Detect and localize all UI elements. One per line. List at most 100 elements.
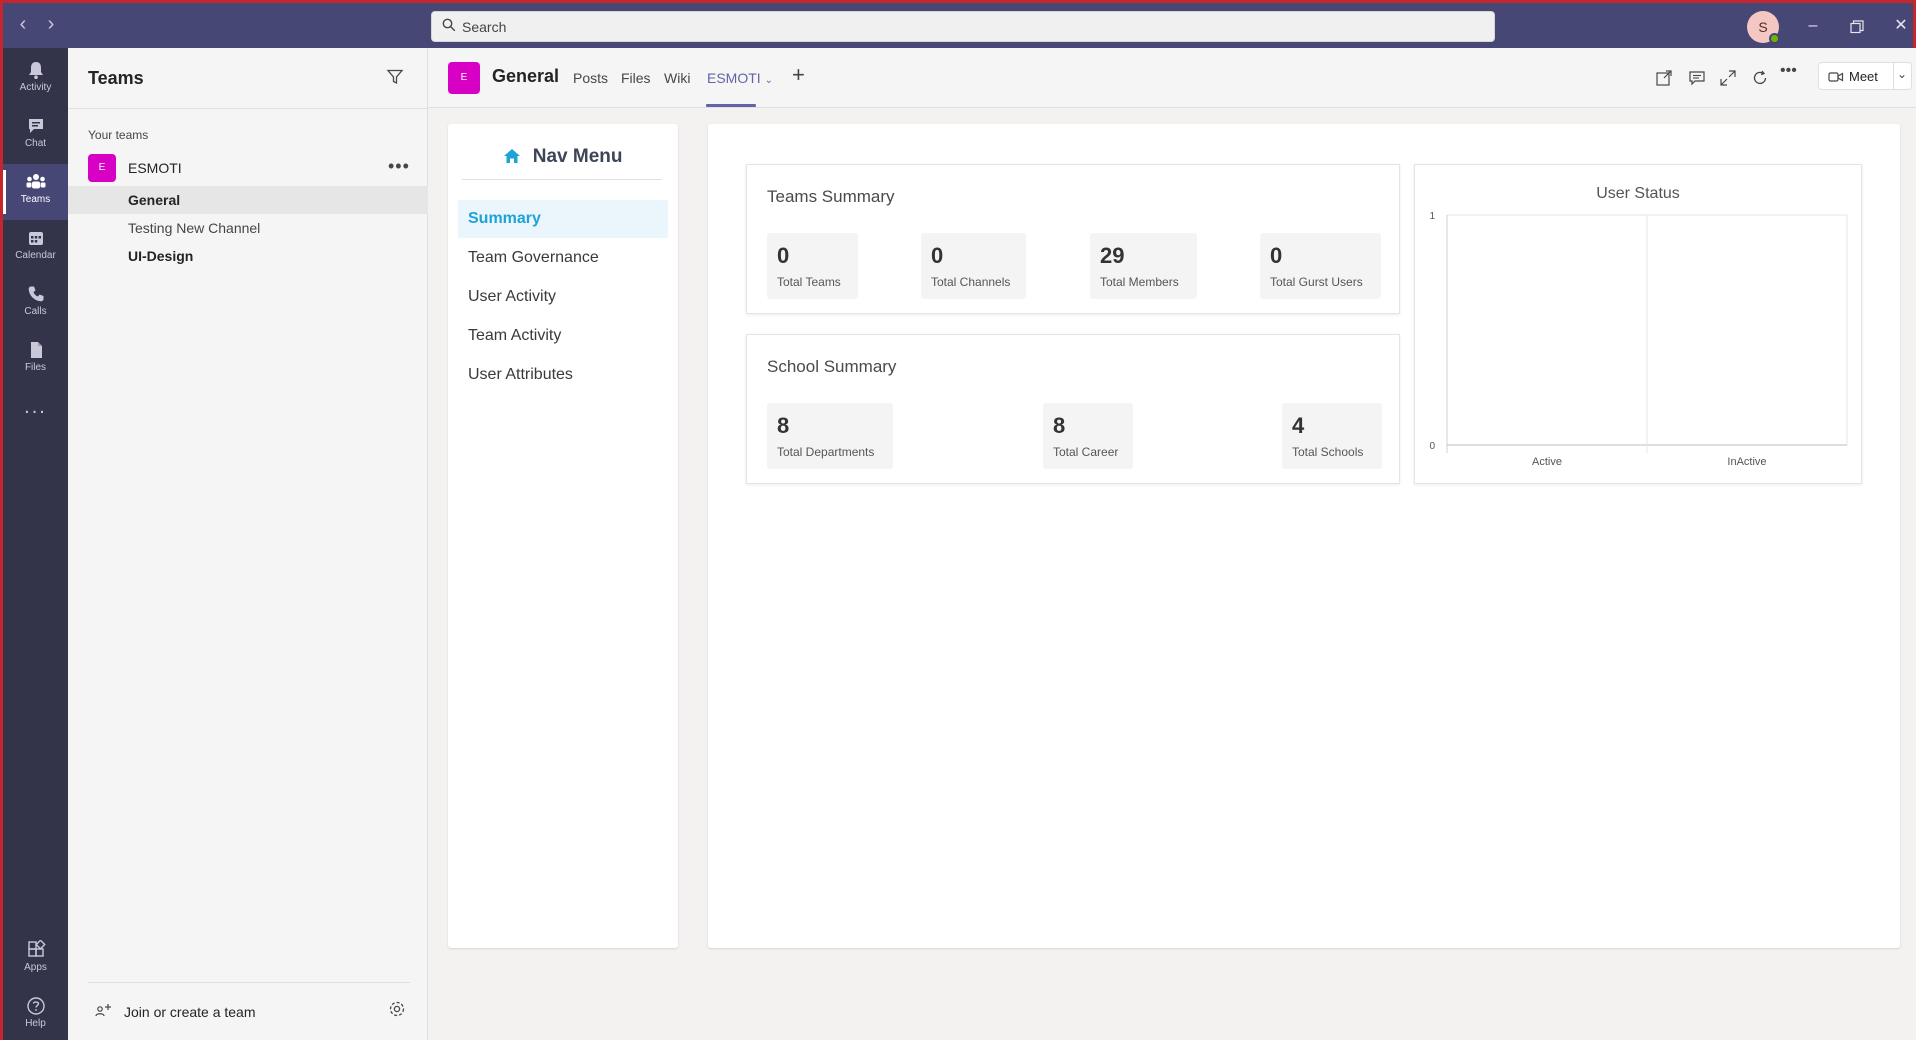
nav-menu: Nav Menu Summary Team Governance User Ac…: [448, 124, 678, 948]
channel-item-ui-design[interactable]: UI-Design: [68, 242, 428, 270]
help-icon: [26, 997, 45, 1015]
pop-out-icon[interactable]: [1654, 68, 1674, 88]
video-camera-icon: [1828, 72, 1844, 82]
nav-item-user-activity[interactable]: User Activity: [458, 278, 668, 316]
stat-value: 4: [1292, 413, 1305, 438]
rail-item-help[interactable]: Help: [3, 988, 68, 1040]
rail-label: Apps: [24, 962, 47, 973]
search-icon: [442, 18, 456, 32]
add-team-icon: [95, 1004, 111, 1017]
stat-total-teams: 0 Total Teams: [767, 233, 858, 299]
more-icon: ...: [24, 396, 47, 418]
stat-label: Total Gurst Users: [1270, 275, 1363, 289]
divider: [68, 108, 428, 109]
rail-label: Teams: [20, 194, 51, 205]
close-icon[interactable]: ✕: [1889, 15, 1913, 39]
refresh-icon[interactable]: [1750, 68, 1770, 88]
chevron-down-icon: ⌄: [764, 75, 773, 86]
stat-value: 0: [931, 243, 944, 268]
channel-item-general[interactable]: General: [68, 186, 428, 214]
avatar[interactable]: S: [1747, 11, 1780, 44]
stat-label: Total Departments: [777, 445, 875, 459]
channel-name: General: [128, 192, 181, 208]
rail-label: Files: [24, 362, 47, 373]
stat-label: Total Channels: [931, 275, 1011, 289]
filter-icon[interactable]: [386, 68, 404, 86]
home-icon: [504, 149, 521, 163]
stat-total-members: 29 Total Members: [1090, 233, 1197, 299]
status-available-icon: [1769, 33, 1780, 44]
expand-icon[interactable]: [1718, 68, 1738, 88]
rail-label: Calls: [24, 306, 47, 317]
stat-value: 0: [1270, 243, 1283, 268]
tab-label: ESMOTI: [707, 70, 761, 86]
rail-item-activity[interactable]: Activity: [3, 52, 68, 108]
tab-files[interactable]: Files: [621, 70, 651, 86]
nav-menu-title: Nav Menu: [448, 146, 678, 168]
stat-value: 8: [1053, 413, 1066, 438]
rail-item-calendar[interactable]: Calendar: [3, 220, 68, 276]
rail-item-apps[interactable]: Apps: [3, 932, 68, 988]
stat-label: Total Schools: [1292, 445, 1364, 459]
bell-icon: [28, 62, 43, 79]
user-status-chart: 0 1 Active InActive: [1429, 211, 1848, 468]
tab-wiki[interactable]: Wiki: [664, 70, 690, 86]
nav-item-summary[interactable]: Summary: [458, 200, 668, 238]
restore-icon[interactable]: [1845, 15, 1869, 39]
tab-posts[interactable]: Posts: [573, 70, 608, 86]
stat-value: 8: [777, 413, 790, 438]
channel-header: E General Posts Files Wiki ESMOTI ⌄ + ••…: [428, 48, 1916, 108]
team-name: ESMOTI: [128, 160, 182, 176]
search-input[interactable]: Search: [431, 11, 1495, 42]
rail-item-calls[interactable]: Calls: [3, 276, 68, 332]
nav-item-team-governance[interactable]: Team Governance: [458, 239, 668, 277]
forward-icon[interactable]: ›: [39, 13, 63, 37]
meet-button[interactable]: Meet ⌄: [1818, 62, 1912, 90]
divider: [462, 179, 662, 180]
avatar-initial: S: [1758, 19, 1768, 35]
teams-icon: [26, 174, 45, 189]
calendar-icon: [28, 232, 43, 245]
more-options-icon[interactable]: •••: [1780, 62, 1800, 82]
conversation-icon[interactable]: [1687, 68, 1707, 88]
nav-item-team-activity[interactable]: Team Activity: [458, 317, 668, 355]
more-options-icon[interactable]: •••: [388, 156, 410, 177]
add-tab-button[interactable]: +: [792, 62, 805, 88]
more-apps-button[interactable]: ...: [3, 392, 68, 426]
nav-item-label: User Activity: [468, 288, 557, 305]
chevron-down-icon[interactable]: ⌄: [1897, 67, 1907, 81]
active-tab-indicator: [706, 104, 756, 107]
stat-label: Total Members: [1100, 275, 1179, 289]
search-placeholder: Search: [462, 19, 507, 35]
team-row[interactable]: E ESMOTI •••: [68, 152, 428, 182]
join-label: Join or create a team: [124, 1004, 256, 1020]
stat-total-guest-users: 0 Total Gurst Users: [1260, 233, 1381, 299]
gear-icon[interactable]: [388, 1000, 406, 1018]
rail-label: Calendar: [15, 250, 56, 261]
channel-item-testing[interactable]: Testing New Channel: [68, 214, 428, 242]
rail-item-chat[interactable]: Chat: [3, 108, 68, 164]
nav-item-label: Team Governance: [468, 249, 599, 266]
phone-icon: [28, 286, 43, 302]
stat-label: Total Teams: [777, 275, 841, 289]
tab-esmoti[interactable]: ESMOTI ⌄: [707, 70, 773, 86]
rail-label: Chat: [24, 138, 47, 149]
minimize-icon[interactable]: –: [1801, 15, 1825, 39]
stat-value: 0: [777, 243, 790, 268]
channel-name: UI-Design: [128, 248, 194, 264]
stat-total-channels: 0 Total Channels: [921, 233, 1026, 299]
x-tick-label: InActive: [1727, 456, 1766, 468]
nav-item-label: Summary: [468, 210, 541, 227]
divider: [88, 982, 410, 983]
nav-item-user-attributes[interactable]: User Attributes: [458, 356, 668, 394]
file-icon: [30, 342, 42, 358]
panel-title: School Summary: [767, 357, 897, 376]
back-icon[interactable]: ‹: [11, 13, 35, 37]
app-rail: Activity Chat Teams Calendar Calls Files…: [0, 48, 68, 1040]
rail-label: Activity: [19, 82, 52, 93]
stat-label: Total Career: [1053, 445, 1119, 459]
nav-item-label: User Attributes: [468, 366, 573, 383]
rail-item-files[interactable]: Files: [3, 332, 68, 388]
rail-item-teams[interactable]: Teams: [3, 164, 68, 220]
channel-name: Testing New Channel: [128, 220, 261, 236]
